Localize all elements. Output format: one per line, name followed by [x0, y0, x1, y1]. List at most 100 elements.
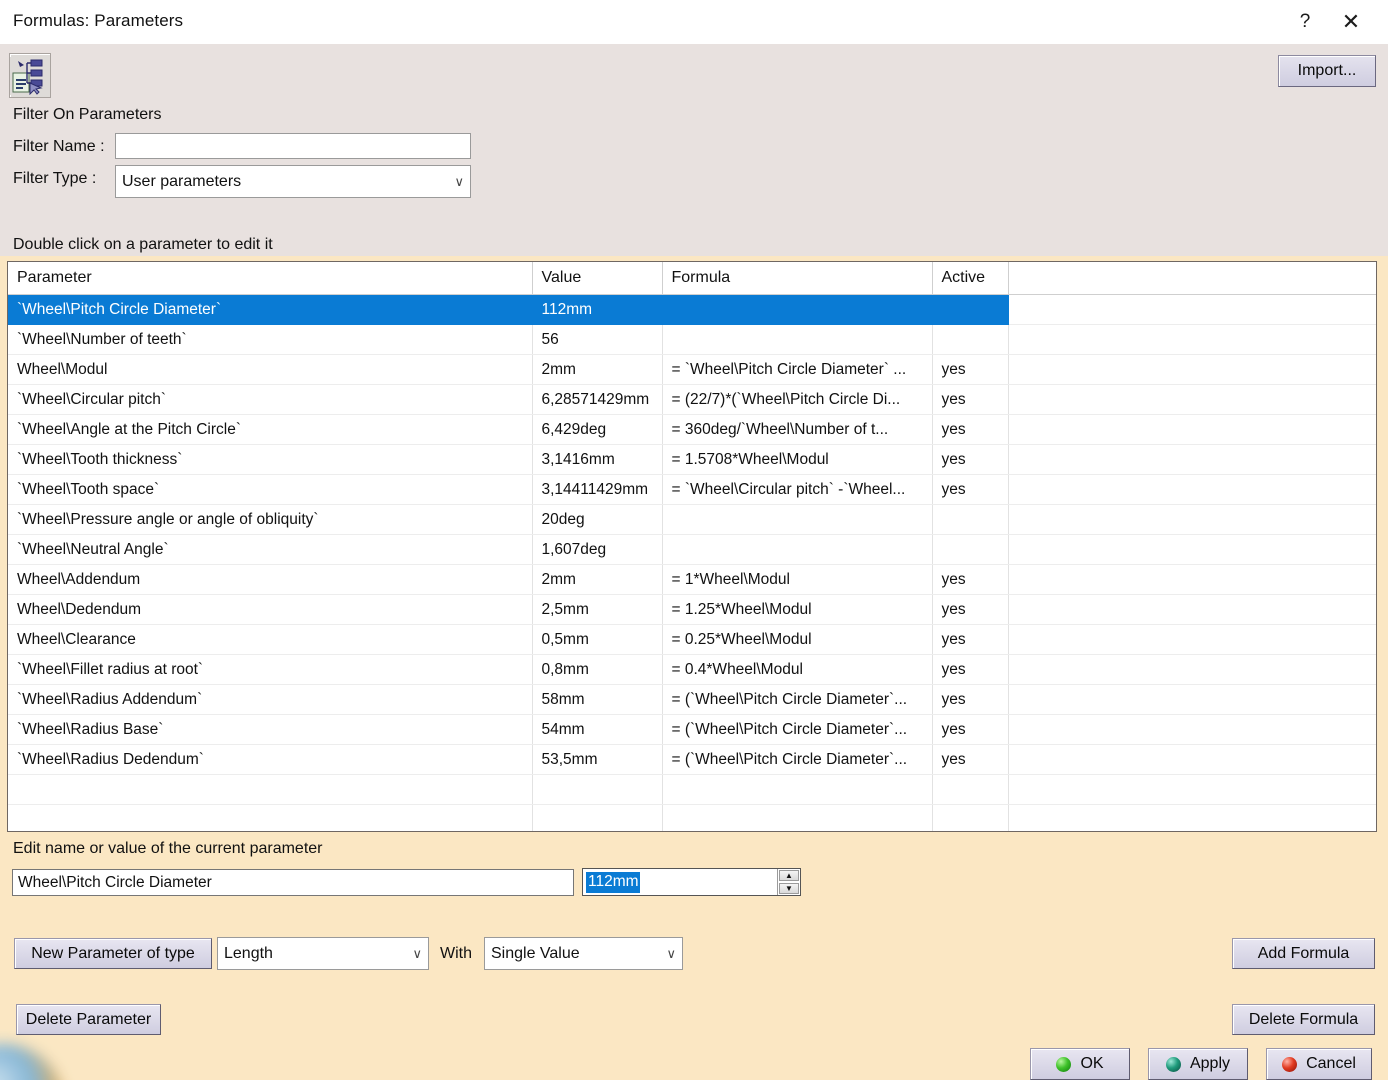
cell-active[interactable]: yes — [932, 564, 1009, 595]
table-row[interactable]: Wheel\Clearance 0,5mm = 0.25*Wheel\Modul ye… — [8, 624, 1376, 655]
cell-value[interactable] — [532, 804, 663, 831]
cell-formula[interactable]: = `Wheel\Pitch Circle Diameter` ... — [662, 354, 933, 385]
cell-value[interactable]: 6,429deg — [532, 414, 663, 445]
column-header-active[interactable]: Active — [932, 262, 1009, 295]
apply-button[interactable]: Apply — [1148, 1048, 1248, 1080]
cell-parameter[interactable]: `Wheel\Radius Dedendum` — [8, 744, 533, 775]
cell-formula[interactable]: = 1.5708*Wheel\Modul — [662, 444, 933, 475]
table-row[interactable]: `Wheel\Tooth thickness` 3,1416mm = 1.5708*… — [8, 444, 1376, 475]
cell-parameter[interactable]: `Wheel\Radius Base` — [8, 714, 533, 745]
cell-formula[interactable]: = (`Wheel\Pitch Circle Diameter`... — [662, 714, 933, 745]
parameter-value-stepper[interactable]: 112mm ▲ ▼ — [582, 868, 801, 896]
cell-value[interactable]: 2mm — [532, 564, 663, 595]
table-row[interactable]: Wheel\Dedendum 2,5mm = 1.25*Wheel\Modul yes — [8, 594, 1376, 625]
new-parameter-button[interactable]: New Parameter of type — [14, 938, 212, 969]
cell-formula[interactable]: = (22/7)*(`Wheel\Pitch Circle Di... — [662, 384, 933, 415]
table-row[interactable]: `Wheel\Neutral Angle` 1,607deg — [8, 534, 1376, 565]
cell-value[interactable]: 3,1416mm — [532, 444, 663, 475]
delete-parameter-button[interactable]: Delete Parameter — [16, 1004, 161, 1035]
new-parameter-valuetype-select[interactable]: Single Value ∨ — [484, 937, 683, 970]
cell-value[interactable]: 53,5mm — [532, 744, 663, 775]
cell-formula[interactable]: = (`Wheel\Pitch Circle Diameter`... — [662, 744, 933, 775]
cell-formula[interactable]: = 0.25*Wheel\Modul — [662, 624, 933, 655]
cell-parameter[interactable]: `Wheel\Fillet radius at root` — [8, 654, 533, 685]
cell-parameter[interactable]: Wheel\Modul — [8, 354, 533, 385]
spinner-buttons[interactable]: ▲ ▼ — [777, 869, 800, 895]
table-row[interactable]: `Wheel\Angle at the Pitch Circle` 6,429de… — [8, 414, 1376, 445]
table-row[interactable]: `Wheel\Pressure angle or angle of obliqu… — [8, 504, 1376, 535]
close-icon[interactable]: ✕ — [1328, 0, 1374, 44]
table-row[interactable]: `Wheel\Circular pitch` 6,28571429mm = (22/… — [8, 384, 1376, 415]
cell-value[interactable]: 54mm — [532, 714, 663, 745]
parameter-value-field[interactable]: 112mm — [583, 869, 777, 895]
cell-value[interactable]: 0,5mm — [532, 624, 663, 655]
table-row[interactable]: `Wheel\Tooth space` 3,14411429mm = `Wheel\… — [8, 474, 1376, 505]
cell-active[interactable]: yes — [932, 684, 1009, 715]
cell-active[interactable]: yes — [932, 744, 1009, 775]
cell-parameter[interactable] — [8, 804, 533, 831]
cell-value[interactable]: 6,28571429mm — [532, 384, 663, 415]
cell-formula[interactable]: = (`Wheel\Pitch Circle Diameter`... — [662, 684, 933, 715]
cell-parameter[interactable]: `Wheel\Angle at the Pitch Circle` — [8, 414, 533, 445]
cell-formula[interactable] — [662, 804, 933, 831]
cell-value[interactable]: 2mm — [532, 354, 663, 385]
column-header-value[interactable]: Value — [532, 262, 663, 295]
cell-parameter[interactable]: `Wheel\Number of teeth` — [8, 324, 533, 355]
table-row[interactable]: `Wheel\Radius Dedendum` 53,5mm = (`Wheel\P… — [8, 744, 1376, 775]
cell-value[interactable] — [532, 774, 663, 805]
column-header-formula[interactable]: Formula — [662, 262, 933, 295]
parameter-name-input[interactable] — [12, 869, 574, 896]
help-button[interactable]: ? — [1282, 0, 1328, 44]
filter-name-input[interactable] — [115, 133, 471, 159]
cell-parameter[interactable]: `Wheel\Pressure angle or angle of obliqu… — [8, 504, 533, 535]
delete-formula-button[interactable]: Delete Formula — [1232, 1004, 1375, 1035]
cell-value[interactable]: 2,5mm — [532, 594, 663, 625]
cell-formula[interactable] — [662, 504, 933, 535]
cell-parameter[interactable]: `Wheel\Neutral Angle` — [8, 534, 533, 565]
cell-active[interactable] — [932, 804, 1009, 831]
cell-active[interactable]: yes — [932, 624, 1009, 655]
cell-value[interactable]: 0,8mm — [532, 654, 663, 685]
cell-parameter[interactable]: `Wheel\Tooth thickness` — [8, 444, 533, 475]
cell-parameter[interactable]: Wheel\Dedendum — [8, 594, 533, 625]
table-row[interactable]: `Wheel\Pitch Circle Diameter` 112mm — [8, 294, 1376, 325]
cell-active[interactable] — [932, 774, 1009, 805]
cell-parameter[interactable]: `Wheel\Circular pitch` — [8, 384, 533, 415]
cell-formula[interactable]: = 1*Wheel\Modul — [662, 564, 933, 595]
ok-button[interactable]: OK — [1030, 1048, 1130, 1080]
cell-parameter[interactable] — [8, 774, 533, 805]
cell-active[interactable]: yes — [932, 414, 1009, 445]
cell-value[interactable]: 58mm — [532, 684, 663, 715]
table-row[interactable]: Wheel\Addendum 2mm = 1*Wheel\Modul yes — [8, 564, 1376, 595]
cell-parameter[interactable]: Wheel\Clearance — [8, 624, 533, 655]
table-row[interactable] — [8, 774, 1376, 805]
add-formula-button[interactable]: Add Formula — [1232, 938, 1375, 969]
table-row[interactable]: `Wheel\Radius Addendum` 58mm = (`Wheel\Pit… — [8, 684, 1376, 715]
filter-type-select[interactable]: User parameters ∨ — [115, 165, 471, 198]
cell-active[interactable]: yes — [932, 444, 1009, 475]
cell-value[interactable]: 20deg — [532, 504, 663, 535]
cell-value[interactable]: 3,14411429mm — [532, 474, 663, 505]
cell-active[interactable]: yes — [932, 384, 1009, 415]
cell-formula[interactable] — [662, 774, 933, 805]
cell-active[interactable] — [932, 504, 1009, 535]
cell-active[interactable]: yes — [932, 714, 1009, 745]
cell-formula[interactable]: = 360deg/`Wheel\Number of t... — [662, 414, 933, 445]
cell-formula[interactable]: = `Wheel\Circular pitch` -`Wheel... — [662, 474, 933, 505]
column-header-parameter[interactable]: Parameter — [8, 262, 533, 295]
cell-parameter[interactable]: `Wheel\Tooth space` — [8, 474, 533, 505]
cell-value[interactable]: 112mm — [532, 294, 663, 325]
cell-active[interactable]: yes — [932, 354, 1009, 385]
cell-formula[interactable] — [662, 324, 933, 355]
cell-parameter[interactable]: Wheel\Addendum — [8, 564, 533, 595]
new-parameter-type-select[interactable]: Length ∨ — [217, 937, 429, 970]
cell-formula[interactable]: = 1.25*Wheel\Modul — [662, 594, 933, 625]
parameters-table-container[interactable]: Parameter Value Formula Active `Wheel\Pi… — [7, 261, 1377, 832]
cell-formula[interactable] — [662, 294, 933, 325]
cell-formula[interactable] — [662, 534, 933, 565]
cancel-button[interactable]: Cancel — [1266, 1048, 1372, 1080]
cell-active[interactable]: yes — [932, 654, 1009, 685]
table-row[interactable]: `Wheel\Fillet radius at root` 0,8mm = 0.4*… — [8, 654, 1376, 685]
table-row[interactable]: `Wheel\Number of teeth` 56 — [8, 324, 1376, 355]
cell-active[interactable]: yes — [932, 474, 1009, 505]
